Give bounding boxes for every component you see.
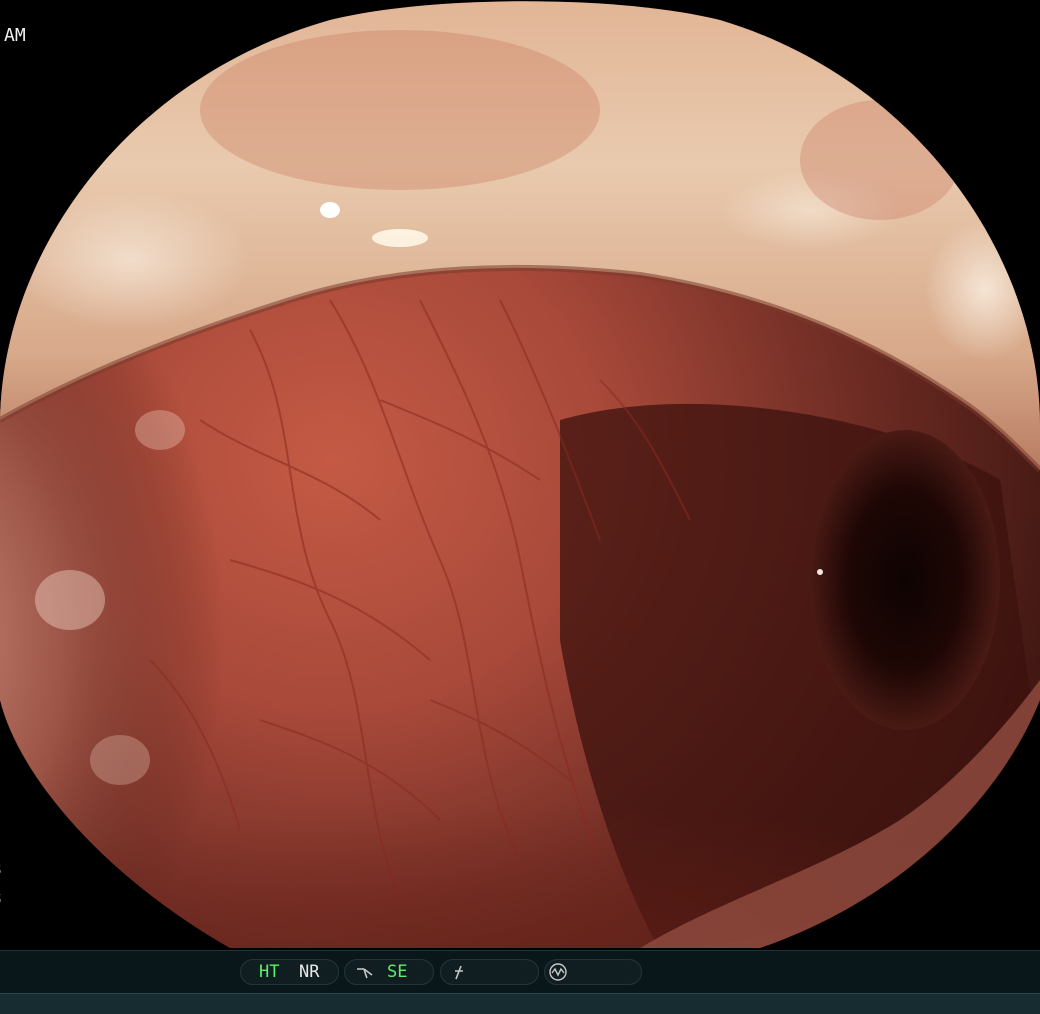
overlay-top-left-text: AM	[4, 25, 26, 46]
status-bar: HT NR SE	[0, 950, 1040, 1014]
endoscope-monitor: AM 3 3 HT NR SE	[0, 0, 1040, 1014]
lumen	[810, 430, 1000, 730]
ht-indicator: HT	[259, 962, 280, 982]
structure-enhancement-icon	[357, 968, 373, 979]
overlay-side-text-1: 3	[0, 861, 2, 879]
nr-indicator: NR	[299, 962, 320, 982]
endoscopic-image	[0, 1, 1040, 948]
se-indicator: SE	[387, 962, 408, 982]
indicator-group-ht-nr	[240, 959, 339, 985]
waveform-icon	[549, 963, 567, 981]
overlay-side-text-2: 3	[0, 890, 2, 908]
color-enhancement-icon	[455, 965, 463, 980]
